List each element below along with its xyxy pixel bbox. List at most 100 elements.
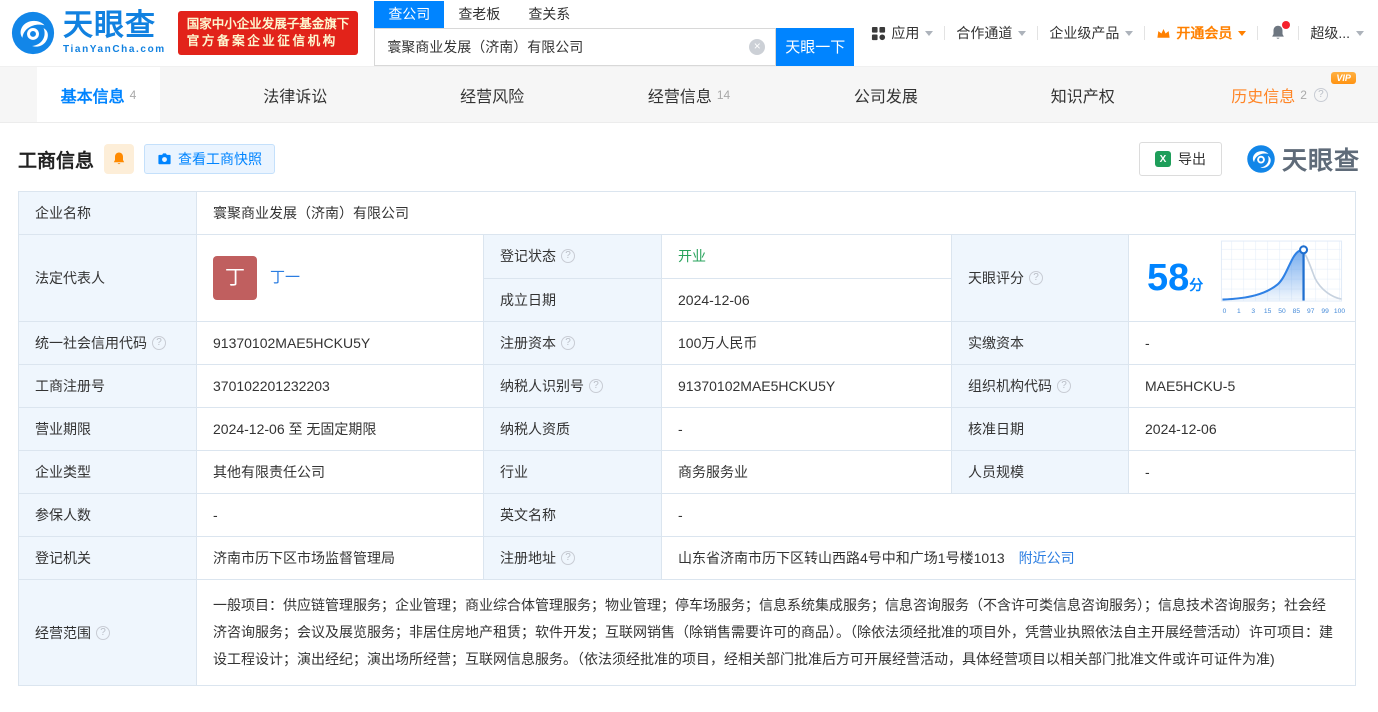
score-distribution-chart: 0 1 3 15 50 85 97 99 100: [1220, 240, 1345, 315]
tab-operation-risk[interactable]: 经营风险: [394, 67, 591, 122]
divider: [1257, 26, 1259, 40]
tab-intellectual-property[interactable]: 知识产权: [984, 67, 1181, 122]
field-label: 营业期限: [18, 407, 197, 451]
tab-operation-info[interactable]: 经营信息 14: [591, 67, 788, 122]
tianyancha-logo[interactable]: 天眼查 TianYanCha.com: [10, 10, 166, 56]
score-value: 58: [1147, 257, 1190, 299]
snapshot-button[interactable]: 查看工商快照: [144, 144, 276, 174]
help-icon[interactable]: ?: [589, 379, 603, 393]
reg-authority-value: 济南市历下区市场监督管理局: [196, 536, 484, 580]
taxpayer-quality-value: -: [661, 407, 952, 451]
export-button-label: 导出: [1177, 151, 1206, 167]
nav-cooperation[interactable]: 合作通道: [956, 23, 1027, 43]
reg-address-value: 山东省济南市历下区转山西路4号中和广场1号楼1013: [678, 550, 1005, 566]
excel-icon: X: [1154, 151, 1171, 167]
field-label: 工商注册号: [18, 364, 197, 408]
approval-date-value: 2024-12-06: [1128, 407, 1356, 451]
watermark-brand-text: 天眼查: [1281, 147, 1360, 175]
search-tab-company[interactable]: 查公司: [374, 0, 445, 28]
chevron-down-icon: [925, 30, 934, 36]
score-unit: 分: [1189, 277, 1204, 293]
divider: [1144, 26, 1146, 40]
reg-address-cell: 山东省济南市历下区转山西路4号中和广场1号楼1013 附近公司: [661, 536, 1356, 580]
monitor-bell-button[interactable]: [104, 144, 135, 174]
legal-rep-link[interactable]: 丁一: [270, 268, 300, 288]
field-label: 参保人数: [18, 493, 197, 537]
vip-badge: VIP: [1331, 72, 1356, 84]
table-row: 工商注册号 370102201232203 纳税人识别号? 91370102MA…: [18, 364, 1356, 408]
company-name-value: 寰聚商业发展（济南）有限公司: [196, 191, 1356, 235]
divider: [944, 26, 946, 40]
nav-vip-label: 开通会员: [1176, 25, 1233, 41]
field-label: 登记机关: [18, 536, 197, 580]
nav-apps[interactable]: 应用: [871, 23, 934, 43]
help-icon[interactable]: ?: [1029, 271, 1043, 285]
search-area: 查公司 查老板 查关系 × 天眼一下: [374, 0, 855, 66]
certification-line1: 国家中小企业发展子基金旗下: [186, 17, 350, 31]
help-icon[interactable]: ?: [96, 625, 110, 640]
help-icon[interactable]: ?: [561, 551, 575, 565]
reg-status-value: 开业: [661, 234, 952, 279]
table-row: 参保人数 - 英文名称 -: [18, 493, 1356, 537]
search-tab-boss[interactable]: 查老板: [444, 1, 514, 28]
org-code-value: MAE5HCKU-5: [1128, 364, 1356, 408]
search-button[interactable]: 天眼一下: [776, 27, 855, 66]
field-label: 组织机构代码?: [951, 364, 1129, 408]
section-title: 工商信息: [18, 150, 95, 172]
field-label: 注册资本?: [483, 321, 662, 365]
field-label: 英文名称: [483, 493, 662, 537]
tab-label: 历史信息: [1231, 88, 1296, 106]
help-icon[interactable]: ?: [1057, 379, 1071, 393]
svg-text:3: 3: [1251, 308, 1255, 315]
top-nav: 应用 合作通道 企业级产品 开通会员 超级...: [871, 21, 1364, 43]
search-tabs: 查公司 查老板 查关系: [374, 0, 854, 28]
notification-bell[interactable]: [1269, 21, 1291, 42]
tab-count: 4: [129, 87, 137, 102]
company-type-value: 其他有限责任公司: [196, 450, 484, 494]
tab-label: 经营风险: [460, 88, 525, 106]
logo-brand-text: 天眼查: [63, 9, 156, 42]
tab-label: 公司发展: [853, 88, 918, 106]
tab-legal-proceedings[interactable]: 法律诉讼: [197, 67, 394, 122]
notification-dot: [1282, 21, 1291, 29]
paid-capital-value: -: [1128, 321, 1356, 365]
nav-account[interactable]: 超级...: [1310, 23, 1364, 43]
svg-text:50: 50: [1278, 308, 1286, 315]
main-content: 工商信息 查看工商快照 X 导出 天眼查 企业名称 寰聚商业发展（济南）有限公司…: [0, 123, 1378, 686]
help-icon[interactable]: ?: [152, 336, 166, 350]
tab-basic-info[interactable]: 基本信息 4: [0, 67, 197, 122]
help-icon[interactable]: ?: [561, 336, 575, 350]
table-row: 企业类型 其他有限责任公司 行业 商务服务业 人员规模 -: [18, 450, 1356, 494]
nav-vip[interactable]: 开通会员: [1156, 23, 1247, 43]
nav-enterprise-label: 企业级产品: [1049, 25, 1120, 41]
help-icon[interactable]: ?: [1313, 87, 1328, 102]
search-tab-relation[interactable]: 查关系: [514, 1, 584, 28]
main-tabbar: 基本信息 4 法律诉讼 经营风险 经营信息 14 公司发展 知识产权 VIP 历…: [0, 66, 1378, 123]
search-input[interactable]: [375, 38, 776, 55]
nearby-companies-link[interactable]: 附近公司: [1019, 550, 1075, 566]
export-button[interactable]: X 导出: [1138, 142, 1222, 176]
nav-cooperation-label: 合作通道: [956, 25, 1013, 41]
field-label: 法定代表人: [18, 234, 197, 322]
search-input-wrap: ×: [374, 27, 777, 66]
svg-text:99: 99: [1321, 308, 1329, 315]
reg-capital-value: 100万人民币: [661, 321, 952, 365]
avatar[interactable]: 丁: [213, 256, 257, 300]
clear-icon[interactable]: ×: [749, 38, 766, 55]
business-scope-value: 一般项目：供应链管理服务；企业管理；商业综合体管理服务；物业管理；停车场服务；信…: [196, 579, 1356, 686]
tab-label: 经营信息: [647, 88, 712, 106]
certification-badge: 国家中小企业发展子基金旗下 官方备案企业征信机构: [177, 11, 359, 55]
credit-code-value: 91370102MAE5HCKU5Y: [196, 321, 484, 365]
tab-history-info[interactable]: VIP 历史信息 2 ?: [1181, 67, 1378, 122]
field-label: 登记状态?: [483, 234, 662, 279]
top-header: 天眼查 TianYanCha.com 国家中小企业发展子基金旗下 官方备案企业征…: [0, 0, 1378, 66]
help-icon[interactable]: ?: [561, 249, 575, 264]
table-row: 营业期限 2024-12-06 至 无固定期限 纳税人资质 - 核准日期 202…: [18, 407, 1356, 451]
score-cell[interactable]: 58分 0 1 3 15 50 85 97 99 100: [1128, 234, 1356, 322]
field-label: 注册地址?: [483, 536, 662, 580]
svg-text:1: 1: [1237, 308, 1241, 315]
tianyancha-logo-icon: [1247, 145, 1275, 173]
nav-enterprise[interactable]: 企业级产品: [1049, 23, 1134, 43]
chevron-down-icon: [1356, 30, 1364, 36]
tab-company-development[interactable]: 公司发展: [787, 67, 984, 122]
